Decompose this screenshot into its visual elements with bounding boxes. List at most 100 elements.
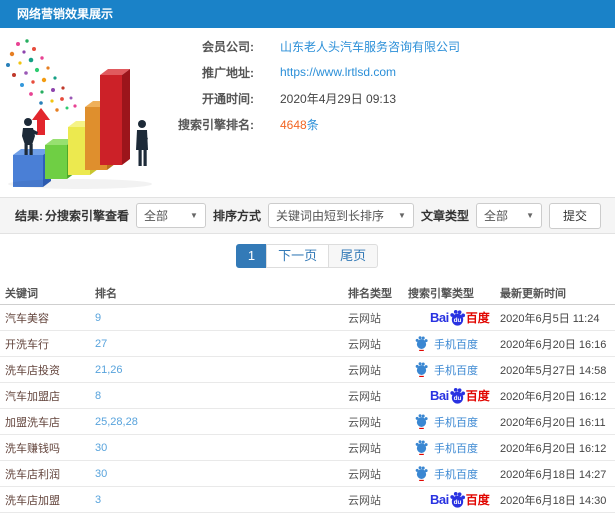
baidu-logo-bai: Bai — [430, 388, 449, 403]
engine-cell: Bai du 百度 — [408, 387, 500, 404]
rank-cell[interactable]: 21,26 — [95, 364, 348, 376]
keyword-rank-table: 关键词 排名 排名类型 搜索引擎类型 最新更新时间 汽车美容 9 云网站 Bai… — [0, 281, 615, 513]
svg-text:du: du — [453, 499, 461, 506]
mobile-baidu-label: 手机百度 — [434, 416, 478, 429]
next-page-button[interactable]: 下一页 — [266, 244, 330, 268]
rank-cell[interactable]: 30 — [95, 442, 348, 454]
col-header-keyword: 关键词 — [5, 287, 38, 300]
submit-button[interactable]: 提交 — [548, 202, 601, 229]
rank-type-cell: 云网站 — [348, 312, 381, 325]
engine-cell: Bai du 百度 — [408, 491, 500, 508]
engine-filter-label: 分搜索引擎查看 — [44, 209, 129, 223]
baidu-logo: Bai du 百度 — [430, 387, 490, 404]
mobile-baidu-label: 手机百度 — [434, 364, 478, 377]
rank-count-suffix: 条 — [306, 117, 319, 132]
updated-cell: 2020年6月18日 14:27 — [500, 468, 607, 481]
last-page-button[interactable]: 尾页 — [328, 244, 379, 268]
rank-type-cell: 云网站 — [348, 338, 381, 351]
rank-cell[interactable]: 30 — [95, 468, 348, 480]
mobile-baidu-label: 手机百度 — [434, 468, 478, 481]
company-label: 会员公司: — [202, 39, 254, 54]
info-row-open-time: 开通时间: 2020年4月29日 09:13 — [168, 90, 460, 106]
svg-text:du: du — [453, 317, 461, 324]
filter-controls: 分搜索引擎查看 全部 ▼ 排序方式 关键词由短到长排序 ▼ 文章类型 全部 ▼ … — [44, 202, 601, 229]
engine-filter-value: 全部 — [143, 209, 168, 223]
baidu-logo-bai: Bai — [430, 492, 449, 507]
updated-cell: 2020年6月20日 16:11 — [500, 416, 606, 429]
engine-cell: Bai du 百度 — [408, 309, 500, 326]
baidu-paw-icon — [415, 414, 428, 429]
keyword-cell: 洗车店投资 — [5, 364, 60, 377]
sort-filter-label: 排序方式 — [212, 209, 261, 223]
table-header-row: 关键词 排名 排名类型 搜索引擎类型 最新更新时间 — [0, 281, 615, 305]
baidu-paw-icon — [415, 440, 428, 455]
engine-cell: 手机百度 — [408, 362, 500, 378]
updated-cell: 2020年6月18日 14:30 — [500, 494, 607, 507]
mobile-baidu-logo: 手机百度 — [414, 440, 478, 456]
rank-type-cell: 云网站 — [348, 416, 381, 429]
svg-text:du: du — [453, 395, 461, 402]
rank-cell[interactable]: 8 — [95, 390, 348, 402]
baidu-logo-cn: 百度 — [465, 311, 490, 325]
table-row: 汽车加盟店 8 云网站 Bai du 百度 2020年6月20日 16:12 — [0, 383, 615, 409]
baidu-logo-cn: 百度 — [465, 389, 490, 403]
baidu-paw-icon — [415, 466, 428, 481]
confetti-dots — [6, 39, 77, 112]
promo-url-link[interactable]: https://www.lrtlsd.com — [280, 65, 396, 79]
updated-cell: 2020年6月20日 16:12 — [500, 442, 607, 455]
rank-cell[interactable]: 25,28,28 — [95, 416, 348, 428]
baidu-paw-icon — [415, 336, 428, 351]
article-type-select[interactable]: 全部 ▼ — [475, 203, 542, 228]
rank-count-label: 搜索引擎排名: — [178, 117, 254, 132]
bar-chart-illustration — [0, 32, 185, 192]
table-row: 洗车店利润 30 云网站 手机百度 2020年6月18日 14:27 — [0, 461, 615, 487]
keyword-cell: 开洗车行 — [5, 338, 49, 351]
keyword-cell: 加盟洗车店 — [5, 416, 60, 429]
rank-count-value: 4648条 — [280, 116, 319, 133]
chevron-down-icon: ▼ — [526, 211, 534, 220]
keyword-cell: 洗车赚钱吗 — [5, 442, 60, 455]
rank-type-cell: 云网站 — [348, 468, 381, 481]
sort-filter-value: 关键词由短到长排序 — [275, 209, 384, 223]
col-header-rank-type: 排名类型 — [348, 287, 392, 300]
open-time-value: 2020年4月29日 09:13 — [280, 91, 397, 106]
mobile-baidu-label: 手机百度 — [434, 338, 478, 351]
open-time-label: 开通时间: — [202, 91, 254, 106]
rank-type-cell: 云网站 — [348, 494, 381, 507]
businessman-right — [136, 120, 148, 166]
updated-cell: 2020年5月27日 14:58 — [500, 364, 607, 377]
info-row-rank-count: 搜索引擎排名: 4648条 — [168, 116, 460, 132]
article-type-value: 全部 — [483, 209, 508, 223]
rank-cell[interactable]: 3 — [95, 494, 348, 506]
engine-cell: 手机百度 — [408, 336, 500, 352]
article-type-label: 文章类型 — [420, 209, 469, 223]
keyword-cell: 洗车店加盟 — [5, 494, 60, 507]
filter-bar: 结果: 分搜索引擎查看 全部 ▼ 排序方式 关键词由短到长排序 ▼ 文章类型 全… — [0, 197, 615, 234]
page-title: 网络营销效果展示 — [0, 0, 615, 28]
rank-type-cell: 云网站 — [348, 442, 381, 455]
chevron-down-icon: ▼ — [190, 211, 198, 220]
updated-cell: 2020年6月5日 11:24 — [500, 312, 600, 325]
col-header-updated: 最新更新时间 — [500, 287, 566, 300]
rank-cell[interactable]: 9 — [95, 312, 348, 324]
pagination: 1 下一页 尾页 — [0, 244, 615, 268]
baidu-paw-icon: du — [450, 309, 465, 326]
keyword-cell: 汽车美容 — [5, 312, 49, 325]
bar-red — [100, 69, 130, 165]
baidu-logo: Bai du 百度 — [430, 491, 490, 508]
page-1-button[interactable]: 1 — [235, 244, 268, 268]
rank-cell[interactable]: 27 — [95, 338, 348, 350]
engine-cell: 手机百度 — [408, 414, 500, 430]
mobile-baidu-logo: 手机百度 — [414, 362, 478, 378]
col-header-engine-type: 搜索引擎类型 — [408, 287, 474, 300]
company-link[interactable]: 山东老人头汽车服务咨询有限公司 — [280, 38, 460, 55]
engine-cell: 手机百度 — [408, 440, 500, 456]
col-header-rank: 排名 — [95, 287, 117, 300]
engine-cell: 手机百度 — [408, 466, 500, 482]
info-row-url: 推广地址: https://www.lrtlsd.com — [168, 64, 460, 80]
baidu-paw-icon: du — [450, 491, 465, 508]
engine-filter-select[interactable]: 全部 ▼ — [135, 203, 206, 228]
sort-filter-select[interactable]: 关键词由短到长排序 ▼ — [267, 203, 414, 228]
mobile-baidu-logo: 手机百度 — [414, 466, 478, 482]
promo-url-label: 推广地址: — [202, 65, 254, 80]
